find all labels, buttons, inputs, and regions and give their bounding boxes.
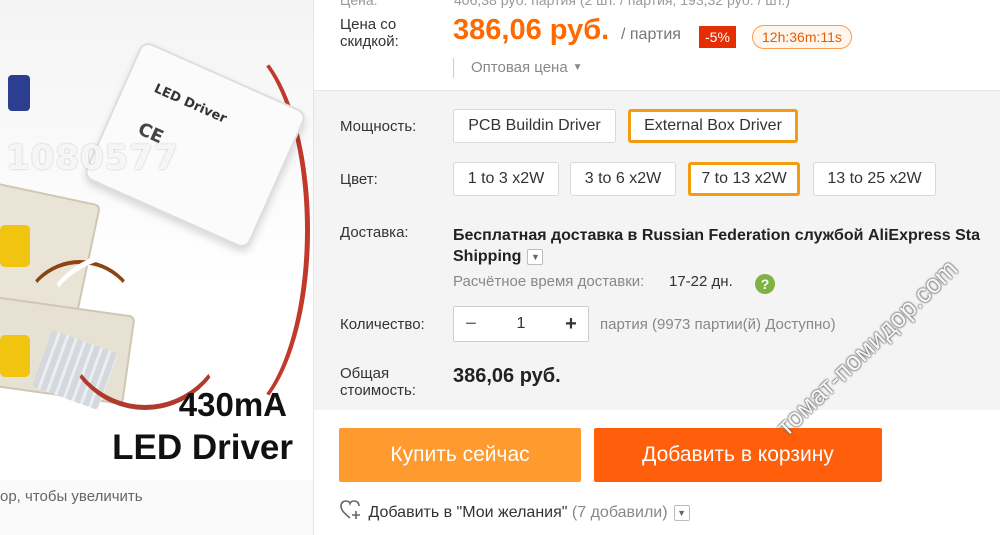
image-watermark-id: 1080577 bbox=[6, 138, 179, 178]
wishlist-link[interactable]: Добавить в "Мои желания" (7 добавили) ▼ bbox=[340, 500, 690, 525]
option-external-box-driver[interactable]: External Box Driver bbox=[628, 109, 798, 143]
quantity-stepper: − 1 + bbox=[453, 306, 589, 342]
total-price: 386,06 руб. bbox=[453, 365, 561, 387]
driver-label: LED Driver bbox=[151, 81, 229, 127]
shipping-dropdown-icon[interactable]: ▼ bbox=[527, 249, 544, 265]
shipping-label: Доставка: bbox=[340, 224, 409, 241]
capacitor-graphic bbox=[8, 75, 30, 111]
delivery-estimate-value: 17-22 дн. bbox=[669, 273, 733, 290]
wholesale-price-toggle[interactable]: Оптовая цена ▼ bbox=[453, 58, 583, 78]
quantity-increase-button[interactable]: + bbox=[554, 307, 588, 341]
wishlist-count: (7 добавили) bbox=[571, 504, 668, 521]
original-price-text: 406,38 руб. партия (2 шт. / партия, 193,… bbox=[454, 0, 790, 8]
quantity-label: Количество: bbox=[340, 316, 425, 333]
add-to-cart-button[interactable]: Добавить в корзину bbox=[594, 428, 882, 482]
discount-price-label: Цена со скидкой: bbox=[340, 16, 399, 50]
price-unit: / партия bbox=[621, 26, 681, 43]
option-3-to-6-x2w[interactable]: 3 to 6 x2W bbox=[570, 162, 676, 196]
wholesale-label: Оптовая цена bbox=[471, 59, 568, 76]
total-label: Общая стоимость: bbox=[340, 365, 416, 399]
product-photo: LED Driver CE 1080577 430mA LED Driver bbox=[0, 0, 313, 480]
shipping-method-line2: Shipping ▼ bbox=[453, 247, 544, 267]
discount-badge: -5% bbox=[699, 26, 736, 48]
product-image[interactable]: LED Driver CE 1080577 430mA LED Driver о… bbox=[0, 0, 313, 535]
quantity-decrease-button[interactable]: − bbox=[454, 307, 488, 341]
power-label: Мощность: bbox=[340, 118, 417, 135]
delivery-estimate-label: Расчётное время доставки: bbox=[453, 273, 645, 290]
zoom-hint: ор, чтобы увеличить bbox=[0, 488, 143, 505]
option-1-to-3-x2w[interactable]: 1 to 3 x2W bbox=[453, 162, 559, 196]
option-pcb-buildin-driver[interactable]: PCB Buildin Driver bbox=[453, 109, 616, 143]
shipping-method-name: Shipping bbox=[453, 248, 522, 265]
option-7-to-13-x2w[interactable]: 7 to 13 x2W bbox=[688, 162, 800, 196]
capacitor-graphic bbox=[0, 225, 30, 267]
countdown-timer: 12h:36m:11s bbox=[752, 25, 852, 49]
quantity-input[interactable]: 1 bbox=[488, 307, 554, 341]
caret-down-icon: ▼ bbox=[572, 62, 583, 73]
original-price-label: Цена: bbox=[340, 0, 378, 8]
quantity-availability: партия (9973 партии(й) Доступно) bbox=[600, 316, 836, 333]
image-caption-current: 430mA bbox=[178, 386, 287, 423]
wishlist-dropdown-icon[interactable]: ▼ bbox=[673, 505, 690, 521]
buy-now-button[interactable]: Купить сейчас bbox=[339, 428, 581, 482]
shipping-method: Бесплатная доставка в Russian Federation… bbox=[453, 227, 981, 244]
wishlist-label: Добавить в "Мои желания" bbox=[368, 504, 568, 521]
heart-plus-icon bbox=[340, 500, 364, 525]
option-13-to-25-x2w[interactable]: 13 to 25 x2W bbox=[813, 162, 936, 196]
image-caption-title: LED Driver bbox=[112, 428, 293, 467]
discount-price: 386,06 руб. bbox=[453, 14, 610, 46]
help-icon[interactable]: ? bbox=[755, 274, 775, 294]
color-label: Цвет: bbox=[340, 171, 378, 188]
